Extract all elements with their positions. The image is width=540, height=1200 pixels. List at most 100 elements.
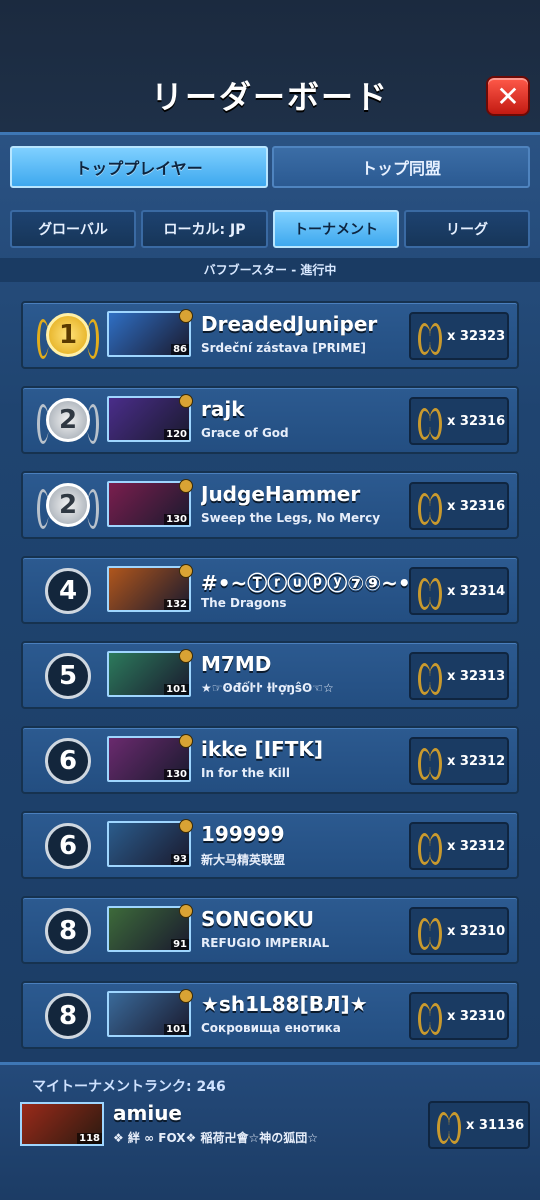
close-icon: ✕ (496, 79, 520, 113)
alliance-name: ★☞ʘđổŀŀ ƚŀợŋŝʘ☜☆ (201, 681, 334, 695)
player-name: M7MD (201, 652, 272, 676)
score-value: x 32323 (447, 328, 506, 344)
laurel-trophy-icon (417, 661, 443, 695)
my-rank-label: マイトーナメントランク: 246 (32, 1079, 226, 1095)
alliance-name: 新大马精英联盟 (201, 853, 286, 867)
alliance-emblem-icon (179, 309, 193, 323)
alliance-emblem-icon (179, 394, 193, 408)
close-button[interactable]: ✕ (486, 76, 530, 116)
score-value: x 32312 (447, 838, 506, 854)
player-name: rajk (201, 397, 245, 421)
avatar-level: 120 (164, 429, 189, 440)
alliance-emblem-icon (179, 819, 193, 833)
alliance-name: REFUGIO IMPERIAL (201, 936, 330, 950)
avatar-level: 130 (164, 769, 189, 780)
subtab-label: リーグ (446, 222, 488, 238)
subtab-tournament[interactable]: トーナメント (273, 210, 399, 248)
player-name: ikke [IFTK] (201, 737, 323, 761)
laurel-trophy-icon (417, 321, 443, 355)
tab-top-players[interactable]: トッププレイヤー (10, 146, 268, 188)
leaderboard-row[interactable]: 1 86 DreadedJuniper Srdeční zástava [PRIME]… (21, 301, 519, 369)
score-box: x 32323 (409, 312, 509, 360)
score-box: x 32310 (409, 992, 509, 1040)
laurel-trophy-icon (417, 406, 443, 440)
tab-top-alliances[interactable]: トップ同盟 (272, 146, 530, 188)
avatar-level: 91 (171, 939, 189, 950)
alliance-emblem-icon (179, 734, 193, 748)
alliance-name: Grace of God (201, 426, 289, 440)
score-box: x 32310 (409, 907, 509, 955)
score-value: x 32310 (447, 1008, 506, 1024)
score-value: x 32316 (447, 498, 506, 514)
score-box: x 32312 (409, 737, 509, 785)
subtab-local[interactable]: ローカル: JP (141, 210, 268, 248)
avatar-level: 132 (164, 599, 189, 610)
laurel-trophy-icon (417, 746, 443, 780)
subtab-global[interactable]: グローバル (10, 210, 136, 248)
rank-number: 6 (45, 738, 91, 784)
my-alliance-name: ❖ 絆 ∞ FOX❖ 稲荷卍會☆神の狐団☆ (113, 1131, 318, 1145)
subtab-league[interactable]: リーグ (404, 210, 530, 248)
laurel-trophy-icon (417, 1001, 443, 1035)
leaderboard-row[interactable]: 2 120 rajk Grace of God x 32316 (21, 386, 519, 454)
alliance-name: In for the Kill (201, 766, 290, 780)
leaderboard-row[interactable]: 2 130 JudgeHammer Sweep the Legs, No Mercy x… (21, 471, 519, 539)
avatar-level: 118 (77, 1133, 102, 1144)
event-status: バフブースター - 進行中 (0, 258, 540, 282)
alliance-name: The Dragons (201, 596, 287, 610)
my-score-value: x 31136 (466, 1117, 525, 1133)
alliance-emblem-icon (179, 989, 193, 1003)
my-score-box: x 31136 (428, 1101, 530, 1149)
player-name: JudgeHammer (201, 482, 361, 506)
avatar-level: 101 (164, 684, 189, 695)
player-name: #•~Ⓣⓡⓤⓟⓨ⑦⑨~•# (201, 571, 411, 595)
subtab-label: トーナメント (294, 222, 378, 238)
alliance-emblem-icon (179, 649, 193, 663)
rank-number: 2 (46, 398, 90, 442)
score-value: x 32310 (447, 923, 506, 939)
player-name: SONGOKU (201, 907, 314, 931)
silver-medal-icon: 2 (35, 394, 101, 450)
silver-medal-icon: 2 (35, 479, 101, 535)
gold-medal-icon: 1 (35, 309, 101, 365)
score-value: x 32314 (447, 583, 506, 599)
alliance-emblem-icon (179, 479, 193, 493)
avatar-level: 93 (171, 854, 189, 865)
alliance-name: Сокровища енотика (201, 1021, 341, 1035)
rank-number: 2 (46, 483, 90, 527)
tab-label: トップ同盟 (360, 159, 441, 178)
score-value: x 32313 (447, 668, 506, 684)
alliance-name: Sweep the Legs, No Mercy (201, 511, 381, 525)
laurel-trophy-icon (417, 916, 443, 950)
player-name: DreadedJuniper (201, 312, 378, 336)
player-name: ★sh1L88[ВЛ]★ (201, 992, 368, 1016)
rank-number: 8 (45, 908, 91, 954)
laurel-trophy-icon (417, 831, 443, 865)
score-value: x 32312 (447, 753, 506, 769)
leaderboard-row[interactable]: 5 101 M7MD ★☞ʘđổŀŀ ƚŀợŋŝʘ☜☆ x 32313 (21, 641, 519, 709)
leaderboard-row[interactable]: 8 101 ★sh1L88[ВЛ]★ Сокровища енотика x 32310 (21, 981, 519, 1049)
player-name: 199999 (201, 822, 285, 846)
score-box: x 32313 (409, 652, 509, 700)
my-player-name: amiue (113, 1101, 182, 1125)
leaderboard-row[interactable]: 8 91 SONGOKU REFUGIO IMPERIAL x 32310 (21, 896, 519, 964)
score-box: x 32312 (409, 822, 509, 870)
page-title: リーダーボード (150, 78, 389, 116)
rank-number: 8 (45, 993, 91, 1039)
tab-label: トッププレイヤー (75, 159, 203, 178)
subtab-label: グローバル (38, 222, 108, 238)
my-avatar[interactable]: 118 (20, 1102, 104, 1146)
leaderboard-row[interactable]: 6 130 ikke [IFTK] In for the Kill x 32312 (21, 726, 519, 794)
rank-number: 1 (46, 313, 90, 357)
laurel-trophy-icon (436, 1110, 462, 1144)
subtab-label: ローカル: JP (163, 222, 246, 238)
score-value: x 32316 (447, 413, 506, 429)
score-box: x 32314 (409, 567, 509, 615)
leaderboard-row[interactable]: 4 132 #•~Ⓣⓡⓤⓟⓨ⑦⑨~•# The Dragons x 32314 (21, 556, 519, 624)
alliance-emblem-icon (179, 564, 193, 578)
leaderboard-row[interactable]: 6 93 199999 新大马精英联盟 x 32312 (21, 811, 519, 879)
avatar-level: 130 (164, 514, 189, 525)
score-box: x 32316 (409, 482, 509, 530)
alliance-emblem-icon (179, 904, 193, 918)
avatar-level: 101 (164, 1024, 189, 1035)
